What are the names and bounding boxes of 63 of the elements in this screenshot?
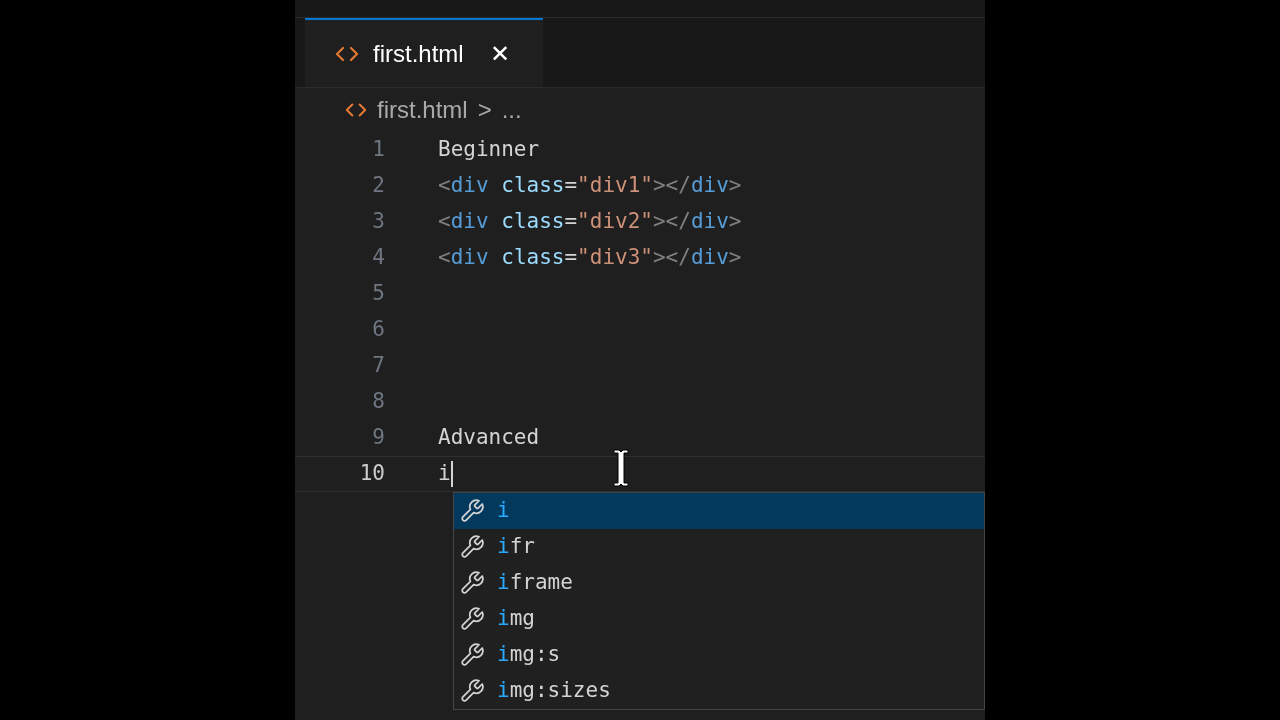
suggestion-item[interactable]: iframe [454,565,984,601]
suggestion-label: i [497,497,510,525]
breadcrumb-separator: > [477,95,492,125]
code-token: class [501,172,565,200]
code-token: Beginner [438,136,540,164]
code-token: div [690,172,729,200]
wrench-icon [459,498,485,524]
line-number: 2 [371,172,385,200]
line-number: 5 [371,280,385,308]
line-number: 6 [371,316,385,344]
line-number: 3 [371,208,385,236]
code-token: div [690,208,729,236]
code-token: "div3" [577,244,653,272]
code-token: < [438,244,451,272]
suggestion-item[interactable]: i [454,493,984,529]
code-token: ></ [652,244,691,272]
suggestion-label: img [497,605,535,633]
breadcrumb-item[interactable]: first.html [377,92,468,128]
code-token: "div1" [577,172,653,200]
code-token: div [450,244,489,272]
code-token: class [501,244,565,272]
line-number: 7 [371,352,385,380]
line-number: 8 [371,388,385,416]
suggestion-label: iframe [497,569,573,597]
text-cursor-icon [612,449,630,487]
text-cursor [450,461,453,487]
wrench-icon [459,570,485,596]
close-button[interactable]: ✕ [489,41,510,66]
code-token: div [450,172,489,200]
editor-tab[interactable]: first.html ✕ [305,18,543,87]
code-token: class [501,208,565,236]
code-token: > [728,172,742,200]
suggestion-item[interactable]: img:s [454,637,984,673]
code-token: = [564,244,578,272]
code-token: ></ [652,172,691,200]
suggestion-item[interactable]: img:sizes [454,673,984,709]
suggestion-label: ifr [497,533,535,561]
suggestion-item[interactable]: ifr [454,529,984,565]
line-number: 9 [371,424,385,452]
code-token: < [438,208,451,236]
code-token: = [564,172,578,200]
wrench-icon [459,534,485,560]
suggestion-label: img:s [497,641,561,669]
suggestion-label: img:sizes [497,677,611,705]
code-token: < [438,172,451,200]
code-token: > [728,244,742,272]
code-token: div [690,244,729,272]
line-number: 1 [371,136,385,164]
tab-label: first.html [373,38,464,69]
code-token: = [564,208,578,236]
wrench-icon [459,678,485,704]
code-token: Advanced [438,424,540,452]
line-number: 10 [358,460,385,488]
code-token: i [438,460,451,488]
wrench-icon [459,606,485,632]
code-token: ></ [652,208,691,236]
code-token: > [728,208,742,236]
suggestion-item[interactable]: img [454,601,984,637]
code-token: div [450,208,489,236]
breadcrumb-item[interactable]: ... [501,92,522,128]
wrench-icon [459,642,485,668]
code-token: "div2" [577,208,653,236]
line-number: 4 [371,244,385,272]
